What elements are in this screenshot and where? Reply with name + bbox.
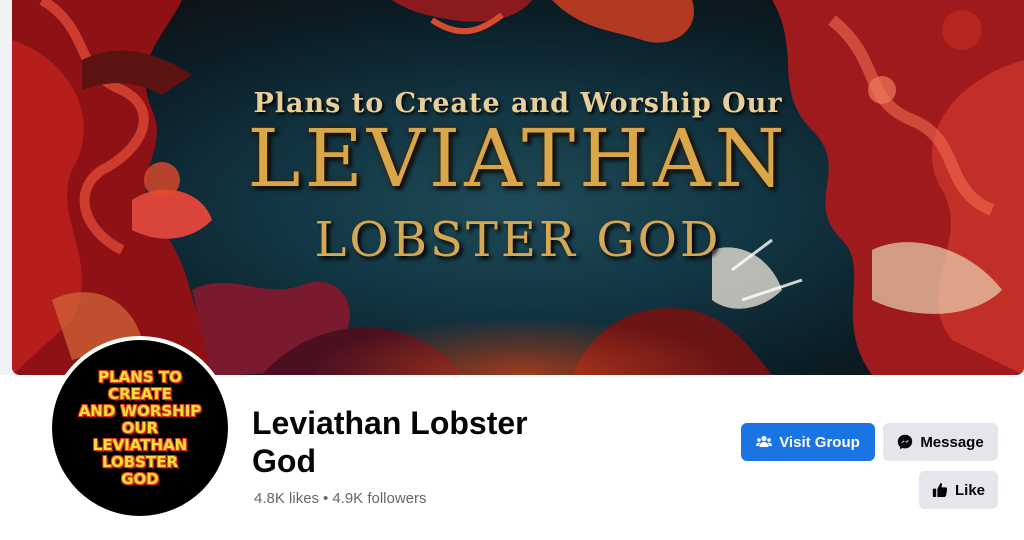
avatar-text-line: OUR (121, 418, 159, 437)
likes-count[interactable]: 4.8K likes (254, 490, 319, 507)
avatar-text-line: LOBSTER (101, 452, 179, 471)
avatar-image: PLANS TO CREATE AND WORSHIP OUR LEVIATHA… (52, 340, 228, 516)
page-title: Leviathan Lobster God (252, 405, 528, 479)
cover-title-block: Plans to Create and Worship Our LEVIATHA… (12, 0, 1024, 375)
messenger-icon (897, 434, 913, 450)
profile-avatar[interactable]: PLANS TO CREATE AND WORSHIP OUR LEVIATHA… (48, 336, 232, 520)
stats-separator: • (323, 490, 329, 507)
like-button[interactable]: Like (919, 471, 998, 509)
cover-title: LEVIATHAN (247, 112, 789, 205)
thumbs-up-icon (932, 482, 948, 498)
people-icon (756, 434, 773, 450)
visit-group-label: Visit Group (779, 433, 860, 451)
cover-title-sub: LOBSTER GOD (314, 212, 722, 268)
like-label: Like (954, 481, 985, 499)
avatar-text-line: CREATE (108, 384, 172, 403)
avatar-text-line: LEVIATHAN (92, 435, 188, 454)
page-stats: 4.8K likes • 4.9K followers (254, 490, 427, 507)
message-label: Message (920, 433, 984, 451)
avatar-text-line: AND WORSHIP (78, 401, 202, 420)
cover-photo[interactable]: Plans to Create and Worship Our LEVIATHA… (12, 0, 1024, 375)
visit-group-button[interactable]: Visit Group (741, 423, 875, 461)
avatar-text-line: PLANS TO (98, 367, 182, 386)
followers-count[interactable]: 4.9K followers (332, 490, 426, 507)
message-button[interactable]: Message (883, 423, 998, 461)
avatar-text-line: GOD (121, 469, 159, 488)
